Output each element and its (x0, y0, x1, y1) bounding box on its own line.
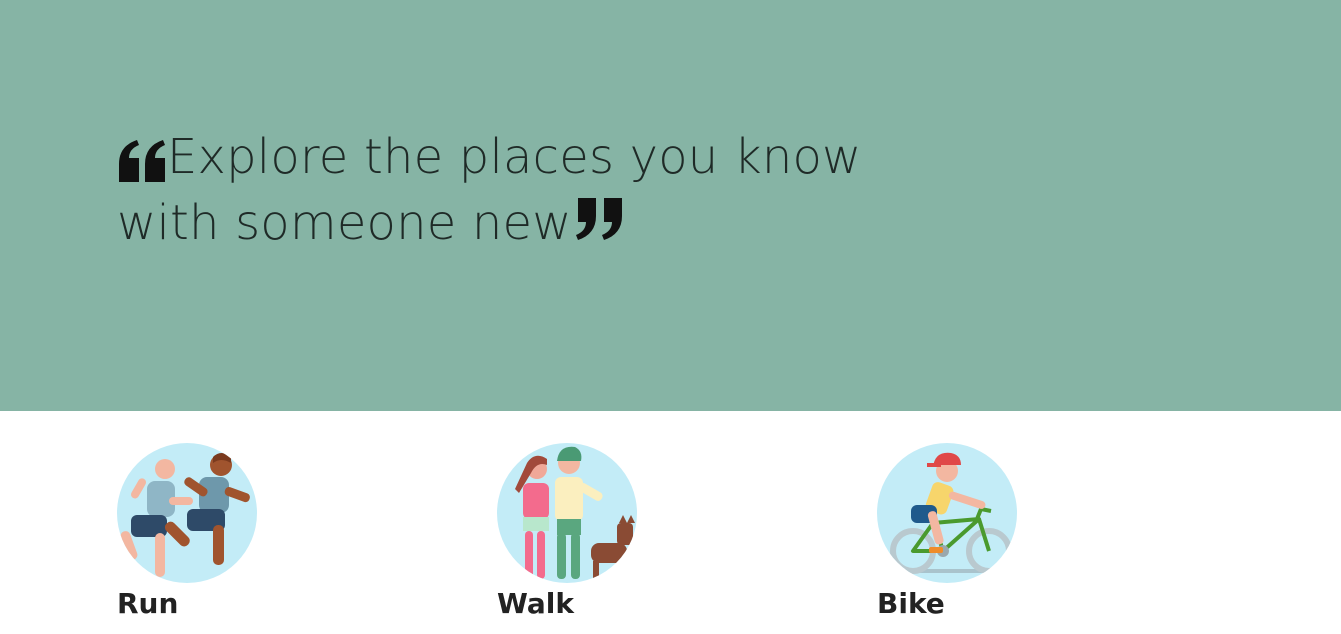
activity-bike[interactable]: Bike (877, 443, 1037, 621)
cyclist-icon[interactable] (877, 443, 1017, 583)
activity-label-bike[interactable]: Bike (877, 587, 1037, 621)
open-quote-icon (119, 140, 165, 182)
hero-quote: Explore the places you know with someone… (117, 124, 877, 256)
quote-line-1: Explore the places you know (167, 129, 862, 185)
close-quote-icon (575, 198, 622, 240)
activity-walk[interactable]: Walk (497, 443, 657, 621)
quote-line-2: with someone new (117, 195, 572, 251)
runners-icon[interactable] (117, 443, 257, 583)
activity-label-walk[interactable]: Walk (497, 587, 657, 621)
walkers-with-dog-icon[interactable] (497, 443, 637, 583)
activity-run[interactable]: Run (117, 443, 277, 621)
activity-label-run[interactable]: Run (117, 587, 277, 621)
hero-banner: Explore the places you know with someone… (0, 0, 1341, 411)
activities-section: Run Walk Bike (0, 411, 1341, 634)
